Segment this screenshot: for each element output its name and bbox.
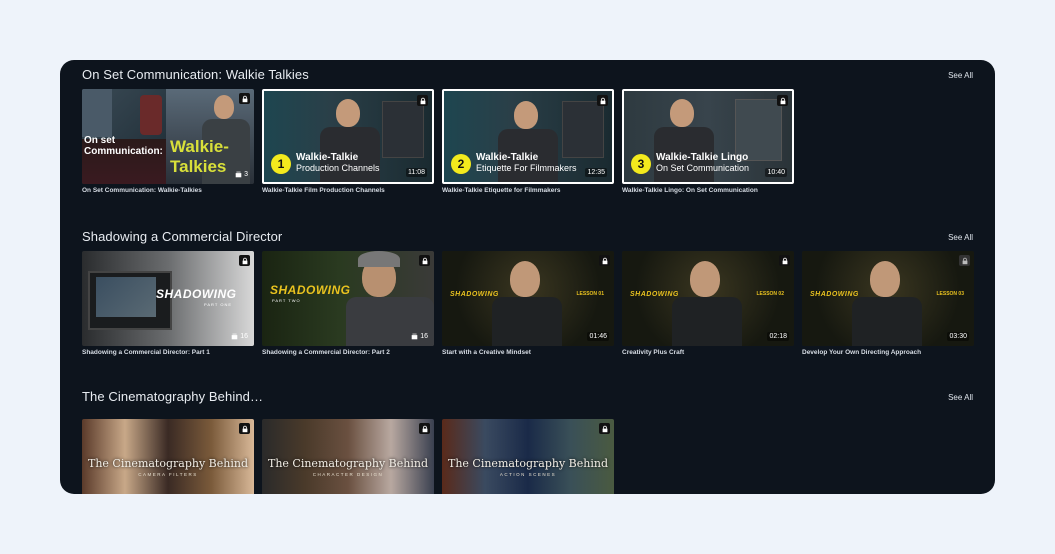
- overlay-text: On set: [84, 135, 116, 146]
- overlay-title: The Cinematography Behind: [447, 457, 608, 470]
- overlay-title: SHADOWING: [156, 287, 237, 301]
- lock-icon: [597, 95, 608, 106]
- stack-icon: [411, 333, 418, 340]
- course-card[interactable]: On set Communication: Walkie- Talkies 3 …: [82, 89, 254, 194]
- course-card[interactable]: The Cinematography Behind ACTION SCENES: [442, 419, 614, 494]
- course-card[interactable]: 1 Walkie-Talkie Production Channels 11:08…: [262, 89, 434, 194]
- lesson-label: LESSON 03: [936, 291, 964, 297]
- lock-icon: [239, 93, 250, 104]
- overlay-title: The Cinematography Behind: [267, 457, 428, 470]
- course-card[interactable]: 3 Walkie-Talkie Lingo On Set Communicatio…: [622, 89, 794, 194]
- duration-badge: 03:30: [947, 332, 969, 341]
- lock-icon: [599, 423, 610, 434]
- overlay-subtitle: CHARACTER DESIGN: [312, 472, 384, 477]
- overlay-subtitle: CAMERA FILTERS: [138, 472, 198, 477]
- thumbnail[interactable]: The Cinematography Behind CAMERA FILTERS: [82, 419, 254, 494]
- lesson-label: LESSON 01: [576, 291, 604, 297]
- overlay-title: Walkie-Talkie Lingo On Set Communication: [656, 152, 750, 174]
- lesson-label: LESSON 02: [756, 291, 784, 297]
- section-title: Shadowing a Commercial Director: [82, 229, 283, 244]
- thumbnail[interactable]: SHADOWING PART ONE 16: [82, 251, 254, 346]
- course-card[interactable]: SHADOWING PART ONE 16 Shadowing a Commer…: [82, 251, 254, 356]
- card-caption[interactable]: Develop Your Own Directing Approach: [802, 349, 974, 356]
- duration-badge: 10:40: [765, 168, 787, 177]
- course-card[interactable]: SHADOWING PART TWO 16 Shadowing a Commer…: [262, 251, 434, 356]
- card-caption[interactable]: Shadowing a Commercial Director: Part 2: [262, 349, 434, 356]
- card-caption[interactable]: Start with a Creative Mindset: [442, 349, 614, 356]
- course-card[interactable]: SHADOWING LESSON 02 02:18 Creativity Plu…: [622, 251, 794, 356]
- section-cinematography: The Cinematography Behind… See All The C…: [82, 389, 973, 494]
- stack-icon: [235, 171, 242, 178]
- course-card[interactable]: The Cinematography Behind CHARACTER DESI…: [262, 419, 434, 494]
- course-card[interactable]: The Cinematography Behind CAMERA FILTERS: [82, 419, 254, 494]
- overlay-title: SHADOWING: [450, 291, 499, 298]
- card-caption[interactable]: Walkie-Talkie Etiquette for Filmmakers: [442, 187, 614, 194]
- thumbnail[interactable]: 3 Walkie-Talkie Lingo On Set Communicatio…: [622, 89, 794, 184]
- section-shadowing: Shadowing a Commercial Director See All …: [82, 229, 974, 356]
- overlay-title: Walkie-Talkie Etiquette For Filmmakers: [476, 152, 577, 174]
- card-caption[interactable]: On Set Communication: Walkie-Talkies: [82, 187, 254, 194]
- course-card[interactable]: 2 Walkie-Talkie Etiquette For Filmmakers …: [442, 89, 614, 194]
- lock-icon: [777, 95, 788, 106]
- thumbnail[interactable]: SHADOWING LESSON 01 01:46: [442, 251, 614, 346]
- overlay-big-text: Walkie-: [170, 137, 229, 156]
- section-title: The Cinematography Behind…: [82, 389, 264, 404]
- stack-icon: [231, 333, 238, 340]
- course-card[interactable]: SHADOWING LESSON 03 03:30 Develop Your O…: [802, 251, 974, 356]
- see-all-link[interactable]: See All: [948, 393, 973, 402]
- thumbnail[interactable]: SHADOWING PART TWO 16: [262, 251, 434, 346]
- overlay-title: SHADOWING: [810, 291, 859, 298]
- lock-icon: [599, 255, 610, 266]
- lock-icon: [779, 255, 790, 266]
- thumbnail[interactable]: SHADOWING LESSON 03 03:30: [802, 251, 974, 346]
- lock-icon: [959, 255, 970, 266]
- part-label: PART ONE: [204, 302, 233, 307]
- card-caption[interactable]: Creativity Plus Craft: [622, 349, 794, 356]
- lesson-number-badge: 2: [451, 154, 471, 174]
- card-caption[interactable]: Shadowing a Commercial Director: Part 1: [82, 349, 254, 356]
- lesson-number-badge: 3: [631, 154, 651, 174]
- overlay-title: The Cinematography Behind: [87, 457, 248, 470]
- duration-badge: 11:08: [406, 168, 427, 177]
- see-all-link[interactable]: See All: [948, 233, 973, 242]
- course-panel: On Set Communication: Walkie Talkies See…: [60, 60, 995, 494]
- section-title: On Set Communication: Walkie Talkies: [82, 67, 309, 82]
- card-caption[interactable]: Walkie-Talkie Lingo: On Set Communicatio…: [622, 187, 794, 194]
- episode-count: 3: [235, 171, 248, 178]
- overlay-title: SHADOWING: [270, 283, 351, 297]
- section-walkie-talkies: On Set Communication: Walkie Talkies See…: [82, 67, 973, 194]
- episode-count: 16: [411, 333, 428, 340]
- lock-icon: [239, 255, 250, 266]
- course-card[interactable]: SHADOWING LESSON 01 01:46 Start with a C…: [442, 251, 614, 356]
- thumbnail[interactable]: The Cinematography Behind CHARACTER DESI…: [262, 419, 434, 494]
- overlay-subtitle: ACTION SCENES: [499, 472, 557, 477]
- thumbnail[interactable]: SHADOWING LESSON 02 02:18: [622, 251, 794, 346]
- part-label: PART TWO: [272, 298, 301, 303]
- card-caption[interactable]: Walkie-Talkie Film Production Channels: [262, 187, 434, 194]
- thumbnail[interactable]: The Cinematography Behind ACTION SCENES: [442, 419, 614, 494]
- lock-icon: [419, 255, 430, 266]
- lock-icon: [419, 423, 430, 434]
- overlay-text: Communication:: [84, 146, 163, 157]
- lesson-number-badge: 1: [271, 154, 291, 174]
- overlay-big-text: Talkies: [170, 157, 227, 176]
- lock-icon: [239, 423, 250, 434]
- see-all-link[interactable]: See All: [948, 71, 973, 80]
- thumbnail[interactable]: On set Communication: Walkie- Talkies 3: [82, 89, 254, 184]
- duration-badge: 12:35: [585, 168, 607, 177]
- thumbnail[interactable]: 1 Walkie-Talkie Production Channels 11:08: [262, 89, 434, 184]
- duration-badge: 02:18: [767, 332, 789, 341]
- overlay-title: Walkie-Talkie Production Channels: [296, 152, 380, 174]
- duration-badge: 01:46: [587, 332, 609, 341]
- episode-count: 16: [231, 333, 248, 340]
- overlay-title: SHADOWING: [630, 291, 679, 298]
- lock-icon: [417, 95, 428, 106]
- thumbnail[interactable]: 2 Walkie-Talkie Etiquette For Filmmakers …: [442, 89, 614, 184]
